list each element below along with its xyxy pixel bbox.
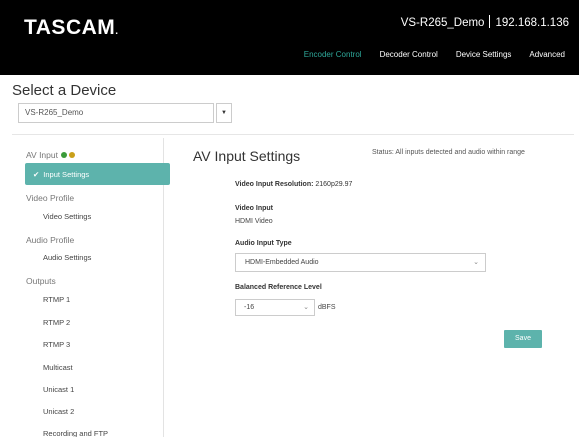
- sidebar-item-audio-settings[interactable]: Audio Settings: [43, 253, 91, 262]
- nav-advanced[interactable]: Advanced: [529, 50, 565, 59]
- balanced-ref-select[interactable]: -16 ⌄: [235, 299, 315, 316]
- divider: [12, 134, 574, 135]
- top-header: TASCAM. VS-R265_Demo 192.168.1.136 Encode…: [0, 0, 579, 75]
- nav-device-settings[interactable]: Device Settings: [456, 50, 512, 59]
- nav-encoder-control[interactable]: Encoder Control: [304, 50, 362, 59]
- sidebar-item-video-settings[interactable]: Video Settings: [43, 212, 91, 221]
- balanced-ref-unit: dBFS: [318, 304, 336, 311]
- sidebar-section-label: AV Input: [26, 150, 58, 160]
- nav-decoder-control[interactable]: Decoder Control: [380, 50, 438, 59]
- sidebar-section-video-profile[interactable]: Video Profile: [26, 193, 74, 203]
- sidebar-section-outputs[interactable]: Outputs: [26, 276, 56, 286]
- sidebar: AV Input ✔ Input Settings Video Profile V…: [12, 138, 170, 437]
- audio-input-type-label: Audio Input Type: [235, 240, 292, 247]
- sidebar-item-multicast[interactable]: Multicast: [43, 363, 73, 372]
- video-resolution-label: Video Input Resolution: 2160p29.97: [235, 181, 352, 188]
- device-select[interactable]: VS-R265_Demo: [18, 103, 214, 123]
- status-text: Status: All inputs detected and audio wi…: [372, 149, 525, 156]
- audio-input-type-select[interactable]: HDMI-Embedded Audio ⌄: [235, 253, 486, 272]
- chevron-down-icon[interactable]: ▼: [216, 103, 232, 123]
- video-input-value: HDMI Video: [235, 218, 273, 225]
- ip-address: 192.168.1.136: [495, 17, 569, 29]
- tascam-logo: TASCAM.: [24, 16, 119, 39]
- chevron-down-icon: ⌄: [473, 259, 479, 266]
- audio-input-type-value: HDMI-Embedded Audio: [245, 259, 319, 266]
- sidebar-item-unicast-2[interactable]: Unicast 2: [43, 407, 74, 416]
- sidebar-item-unicast-1[interactable]: Unicast 1: [43, 385, 74, 394]
- chevron-down-icon: ⌄: [303, 304, 309, 311]
- sidebar-item-recording-ftp[interactable]: Recording and FTP: [43, 429, 108, 437]
- sidebar-section-av-input[interactable]: AV Input: [26, 150, 75, 160]
- video-resolution-value: 2160p29.97: [315, 181, 353, 188]
- page-title: AV Input Settings: [193, 148, 301, 164]
- sidebar-item-label: Input Settings: [43, 170, 90, 179]
- sidebar-section-audio-profile[interactable]: Audio Profile: [26, 235, 74, 245]
- status-warning-icon: [68, 152, 75, 158]
- sidebar-item-rtmp-2[interactable]: RTMP 2: [43, 318, 70, 327]
- divider: [489, 15, 491, 28]
- balanced-ref-label: Balanced Reference Level: [235, 284, 322, 291]
- check-icon: ✔: [33, 170, 40, 179]
- sidebar-item-rtmp-3[interactable]: RTMP 3: [43, 340, 70, 349]
- save-button[interactable]: Save: [504, 330, 542, 348]
- select-device-title: Select a Device: [12, 82, 117, 99]
- video-input-label: Video Input: [235, 205, 273, 212]
- sidebar-item-rtmp-1[interactable]: RTMP 1: [43, 295, 70, 304]
- balanced-ref-value: -16: [244, 304, 255, 311]
- sidebar-item-input-settings[interactable]: ✔ Input Settings: [25, 163, 170, 185]
- main-nav: Encoder Control Decoder Control Device S…: [304, 50, 579, 59]
- device-identity: VS-R265_Demo 192.168.1.136: [401, 15, 569, 29]
- status-ok-icon: [60, 152, 67, 158]
- video-resolution-key: Video Input Resolution:: [235, 181, 314, 188]
- device-name: VS-R265_Demo: [400, 17, 485, 29]
